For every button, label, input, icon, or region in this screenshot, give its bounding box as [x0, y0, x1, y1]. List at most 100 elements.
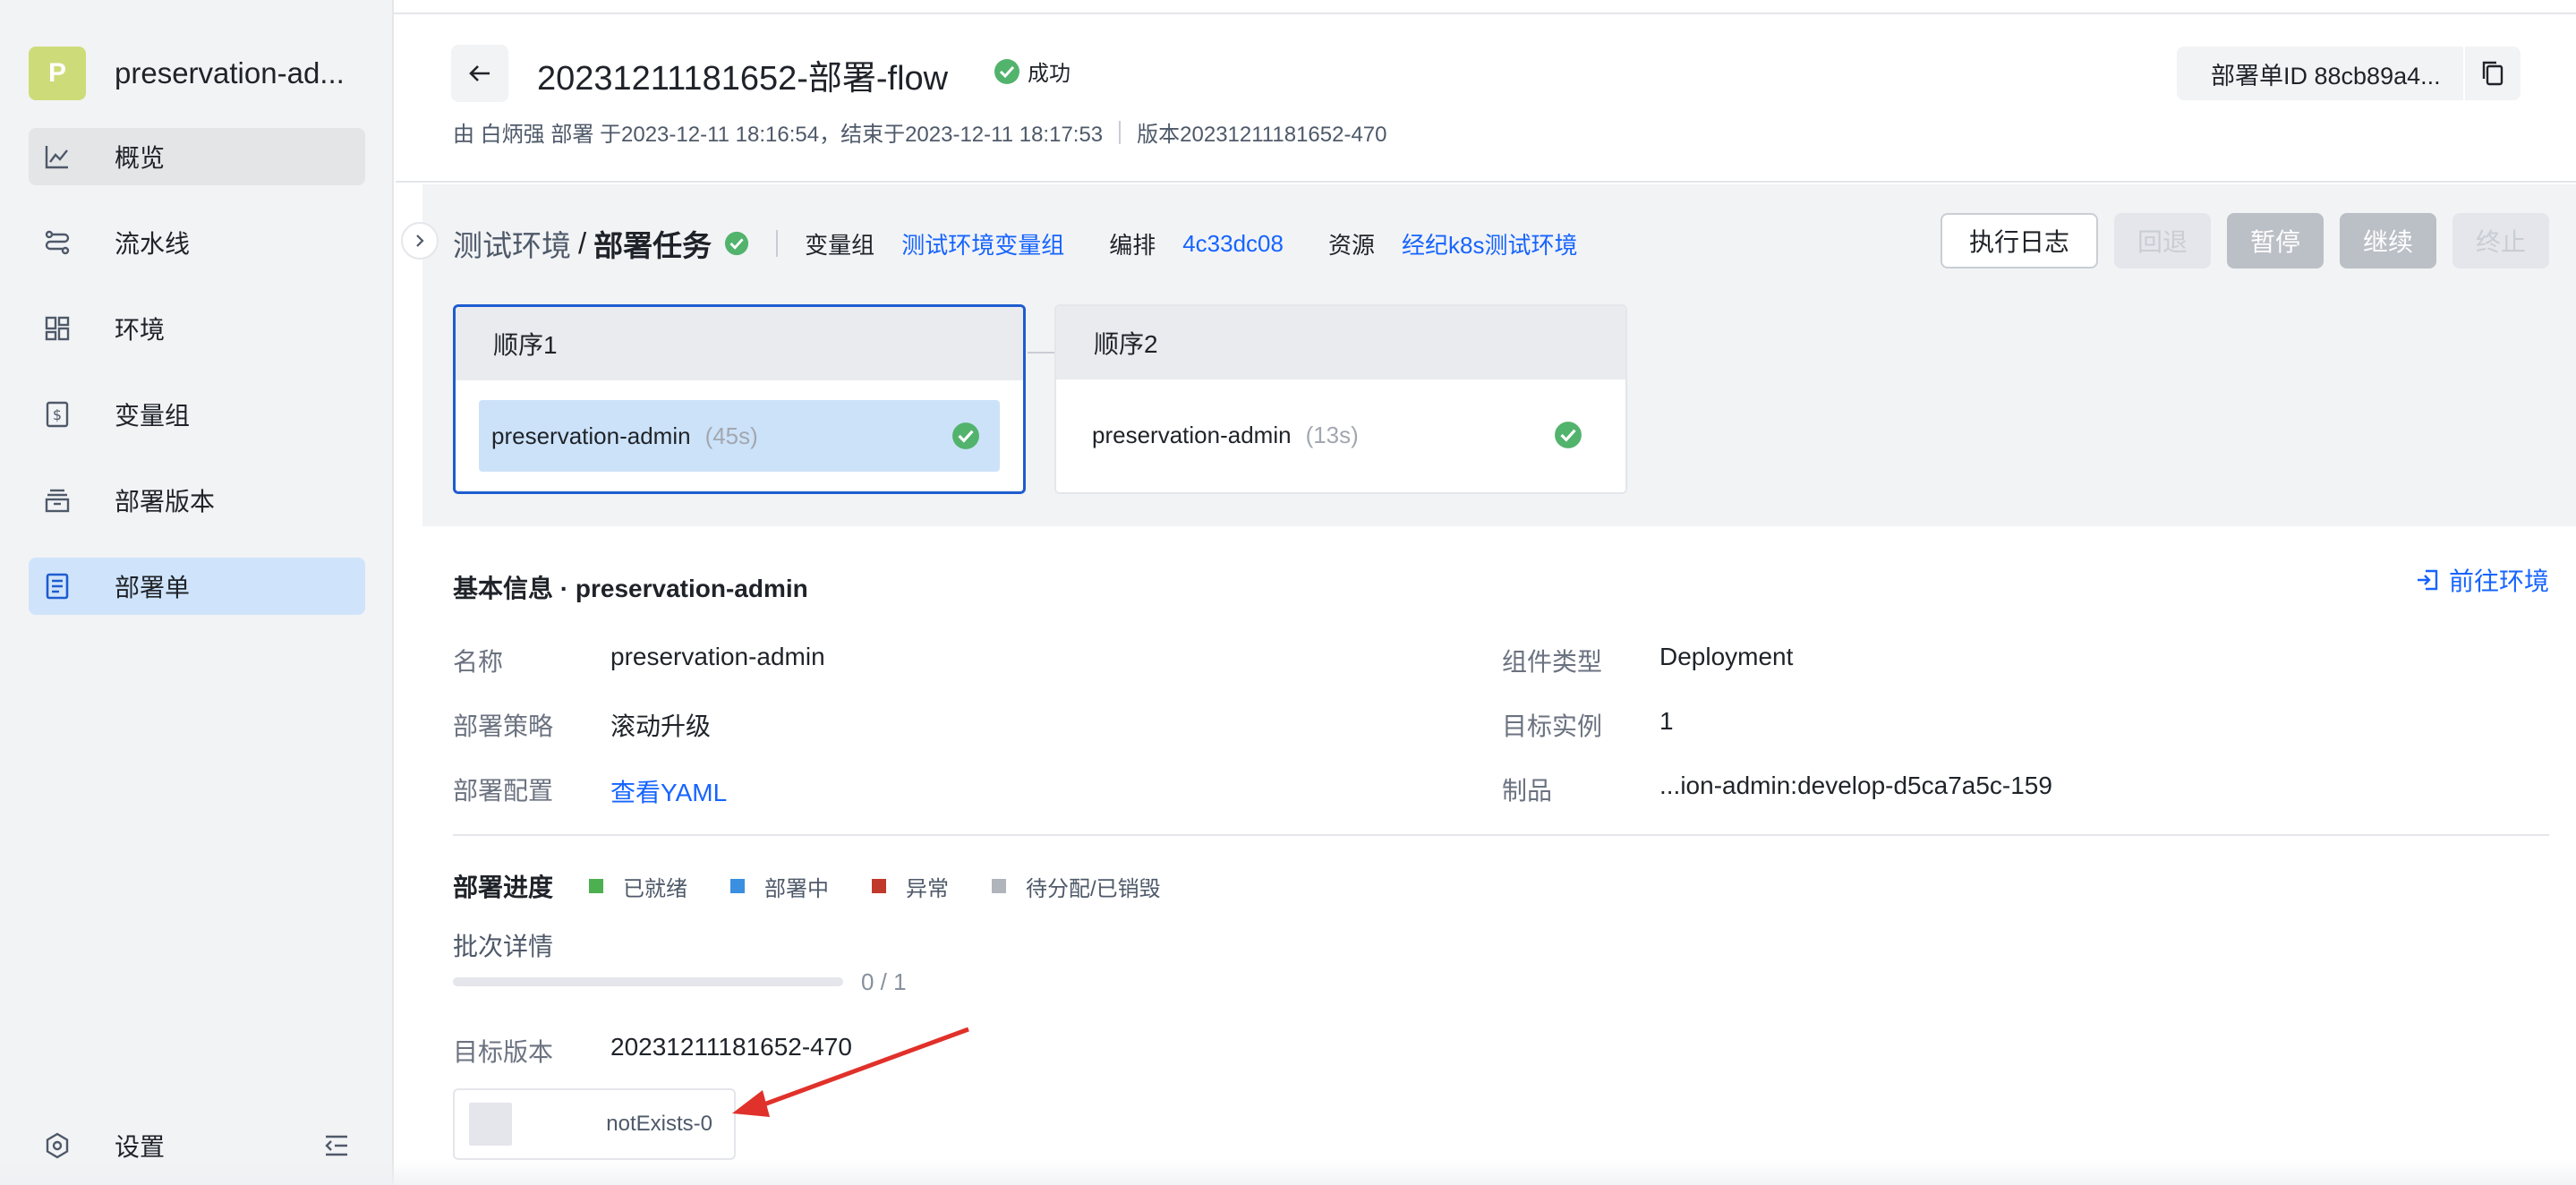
sidebar-item-label: 概览	[115, 144, 166, 172]
app-header[interactable]: P preservation-ad...	[29, 47, 345, 100]
legend-deploying: 部署中	[730, 871, 829, 902]
field-value: ...ion-admin:develop-d5ca7a5c-159	[1659, 772, 2052, 799]
sequence-connector	[1028, 352, 1054, 354]
settings-hexagon-icon	[43, 1131, 72, 1160]
pod-card[interactable]: notExists-0	[453, 1088, 736, 1160]
legend-swatch	[872, 879, 887, 893]
document-icon	[43, 572, 72, 601]
status-text: 成功	[1028, 62, 1070, 86]
field-label: 部署配置	[453, 777, 554, 805]
variable-group-link[interactable]: 测试环境变量组	[901, 227, 1064, 260]
job-item[interactable]: preservation-admin (13s)	[1079, 399, 1602, 471]
grid-icon	[43, 314, 72, 343]
section-title: 基本信息 · preservation-admin	[453, 575, 808, 602]
field-target-version: 目标版本 20231211181652-470	[453, 1033, 852, 1069]
legend-pending: 待分配/已销毁	[992, 871, 1161, 902]
legend-label: 已就绪	[623, 876, 688, 901]
legend-swatch	[992, 879, 1007, 893]
detail-panel	[422, 526, 2576, 1185]
enter-icon	[2417, 569, 2438, 591]
field-label: 目标实例	[1502, 712, 1603, 740]
app-avatar: P	[29, 47, 86, 100]
sidebar-item-deploy-version[interactable]: 部署版本	[29, 472, 365, 529]
sidebar-item-variable-group[interactable]: $ 变量组	[29, 386, 365, 443]
execution-log-button[interactable]: 执行日志	[1941, 213, 2098, 269]
sidebar-item-environment[interactable]: 环境	[29, 300, 365, 357]
arrow-left-icon	[469, 65, 490, 81]
legend-error: 异常	[872, 871, 949, 902]
field-name: 名称 preservation-admin	[453, 643, 825, 678]
stop-button[interactable]: 终止	[2452, 213, 2549, 269]
legend-label: 部署中	[764, 876, 830, 901]
sidebar-item-overview[interactable]: 概览	[29, 128, 365, 185]
legend-label: 待分配/已销毁	[1026, 876, 1161, 901]
status-badge: 成功	[994, 55, 1070, 87]
goto-environment-label: 前往环境	[2448, 567, 2549, 595]
legend-label: 异常	[906, 876, 950, 901]
job-duration: (45s)	[704, 422, 758, 449]
back-button[interactable]	[451, 45, 508, 102]
pipeline-icon	[43, 228, 72, 257]
dollar-file-icon: $	[43, 400, 72, 429]
sidebar-item-label: 部署单	[115, 574, 191, 601]
job-duration: (13s)	[1305, 421, 1359, 448]
breadcrumb-env[interactable]: 测试环境	[453, 222, 571, 265]
job-item[interactable]: preservation-admin (45s)	[479, 400, 1000, 472]
sidebar-item-label: 流水线	[115, 230, 191, 258]
progress-title: 部署进度	[453, 874, 554, 901]
copy-id-button[interactable]	[2463, 47, 2521, 100]
sidebar-item-deploy-order[interactable]: 部署单	[29, 558, 365, 615]
sidebar-item-label: 部署版本	[115, 488, 216, 516]
deploy-meta-by: 由 白炳强 部署 于2023-12-11 18:16:54，结束于2023-12…	[453, 123, 1104, 147]
field-label: 目标版本	[453, 1038, 554, 1066]
field-value: preservation-admin	[610, 643, 825, 670]
breadcrumb-separator	[776, 230, 779, 257]
goto-environment-link[interactable]: 前往环境	[2415, 562, 2549, 598]
pod-name: notExists-0	[606, 1112, 712, 1136]
success-check-icon	[952, 422, 979, 449]
legend-swatch	[730, 879, 746, 893]
field-component-type: 组件类型 Deployment	[1502, 643, 1793, 678]
batch-details-label: 批次详情	[453, 933, 554, 960]
success-check-icon	[994, 58, 1019, 84]
deploy-id-text: 部署单ID 88cb89a4...	[2211, 62, 2441, 90]
compose-link[interactable]: 4c33dc08	[1182, 230, 1284, 258]
settings-label: 设置	[115, 1133, 166, 1161]
page-header: 20231211181652-部署-flow 成功 由 白炳强 部署 于2023…	[396, 14, 2576, 183]
legend-ready: 已就绪	[589, 871, 687, 902]
field-label: 名称	[453, 648, 504, 676]
divider	[453, 834, 2549, 836]
expand-panel-button[interactable]	[401, 222, 439, 260]
svg-text:$: $	[53, 406, 62, 423]
field-value: 滚动升级	[610, 712, 712, 740]
sequence-card-1[interactable]: 顺序1 preservation-admin (45s)	[453, 304, 1026, 494]
stage-breadcrumb: 测试环境 / 部署任务 变量组 测试环境变量组 编排 4c33dc08 资源 经…	[453, 222, 1622, 265]
sidebar: P preservation-ad... 概览 流水线 环境 $ 变量组 部署版…	[0, 0, 394, 1185]
resume-button[interactable]: 继续	[2340, 213, 2436, 269]
deploy-progress-header: 部署进度 已就绪 部署中 异常 待分配/已销毁	[453, 868, 1204, 904]
field-label: 制品	[1502, 777, 1553, 805]
rollback-button[interactable]: 回退	[2114, 213, 2211, 269]
resource-link[interactable]: 经纪k8s测试环境	[1402, 227, 1577, 260]
sequence-title: 顺序1	[456, 307, 1023, 380]
resource-info: 资源 经纪k8s测试环境	[1328, 227, 1577, 260]
job-name: preservation-admin	[491, 422, 691, 449]
sidebar-item-label: 环境	[115, 316, 166, 344]
breadcrumb-task: 部署任务	[593, 229, 712, 262]
variable-group-info: 变量组 测试环境变量组	[805, 227, 1064, 260]
sequence-title: 顺序2	[1056, 306, 1625, 379]
pause-button[interactable]: 暂停	[2227, 213, 2324, 269]
collapse-sidebar-icon[interactable]	[322, 1131, 351, 1160]
success-check-icon	[725, 231, 749, 256]
sequence-card-2[interactable]: 顺序2 preservation-admin (13s)	[1054, 304, 1627, 494]
sidebar-nav: 概览 流水线 环境 $ 变量组 部署版本 部署单	[29, 128, 365, 644]
settings-item[interactable]: 设置	[29, 1117, 365, 1174]
pod-status-placeholder	[469, 1103, 512, 1146]
compose-info: 编排 4c33dc08	[1109, 227, 1284, 260]
sidebar-item-pipeline[interactable]: 流水线	[29, 214, 365, 271]
view-yaml-link[interactable]: 查看YAML	[610, 773, 727, 809]
field-label: 组件类型	[1502, 648, 1603, 676]
success-check-icon	[1555, 422, 1582, 448]
field-strategy: 部署策略 滚动升级	[453, 707, 711, 743]
field-value: Deployment	[1659, 643, 1794, 670]
